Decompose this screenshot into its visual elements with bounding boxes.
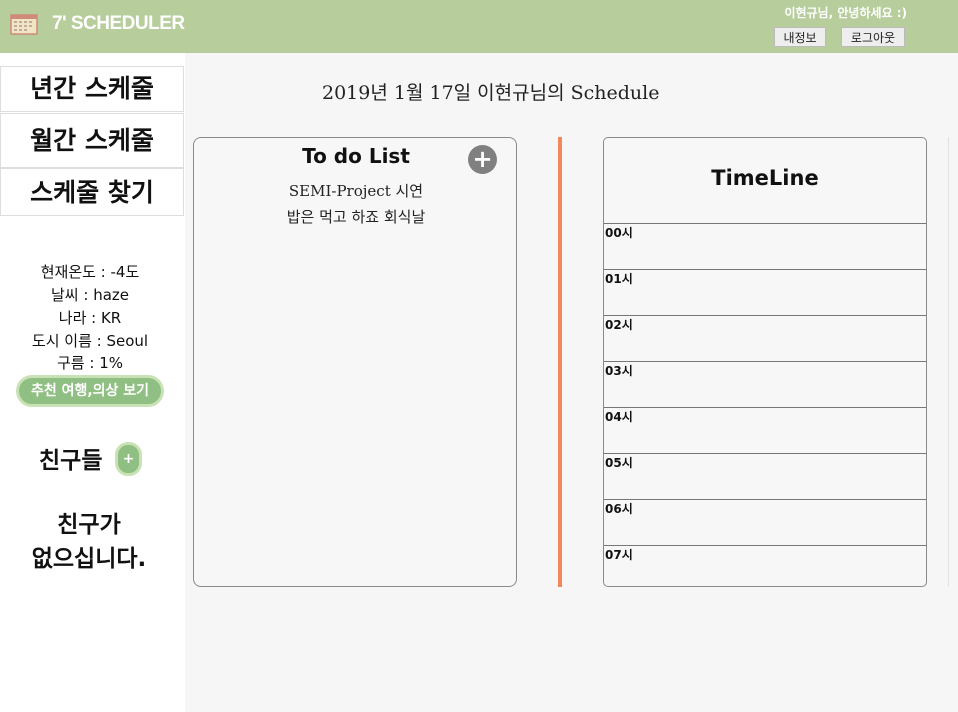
weather-clouds: 구름 : 1% <box>57 354 123 372</box>
todo-list: SEMI-Project 시연 밥은 먹고 하죠 회식날 <box>194 178 518 230</box>
sidebar: 년간 스케줄 월간 스케줄 스케줄 찾기 현재온도 : -4도 날씨 : haz… <box>0 53 185 712</box>
todo-panel: To do List + SEMI-Project 시연 밥은 먹고 하죠 회식… <box>193 137 517 587</box>
no-friends-line: 친구가 <box>57 512 121 538</box>
weather-city: 도시 이름 : Seoul <box>31 332 149 350</box>
timeline-hour-row[interactable]: 04시 <box>604 407 926 453</box>
add-todo-button[interactable]: + <box>468 145 497 174</box>
timeline-hour-row[interactable]: 06시 <box>604 499 926 545</box>
timeline-hour-row[interactable]: 03시 <box>604 361 926 407</box>
logout-button[interactable]: 로그아웃 <box>841 27 905 47</box>
todo-item[interactable]: 밥은 먹고 하죠 회식날 <box>194 204 518 230</box>
timeline-rows: 00시 01시 02시 03시 04시 05시 06시 07시 <box>604 223 926 586</box>
timeline-panel: TimeLine 00시 01시 02시 03시 04시 05시 06시 07시 <box>603 137 927 587</box>
schedule-date-title: 2019년 1월 17일 이현규님의 Schedule <box>322 82 660 104</box>
menu-monthly-schedule[interactable]: 월간 스케줄 <box>0 113 184 168</box>
top-header: 7' SCHEDULER 이현규님, 안녕하세요 :) 내정보 로그아웃 <box>0 0 958 53</box>
my-info-button[interactable]: 내정보 <box>774 27 826 47</box>
panel-divider <box>558 137 562 587</box>
scroll-edge <box>948 137 949 587</box>
recommend-button[interactable]: 추천 여행,의상 보기 <box>16 375 164 407</box>
calendar-icon <box>10 14 38 35</box>
weather-country: 나라 : KR <box>58 309 122 327</box>
timeline-hour-row[interactable]: 00시 <box>604 223 926 269</box>
todo-item[interactable]: SEMI-Project 시연 <box>194 178 518 204</box>
menu-search-schedule[interactable]: 스케줄 찾기 <box>0 168 184 216</box>
timeline-title: TimeLine <box>711 166 819 190</box>
user-greeting: 이현규님, 안녕하세요 :) <box>784 6 907 20</box>
menu-yearly-schedule[interactable]: 년간 스케줄 <box>0 66 184 112</box>
timeline-hour-row[interactable]: 05시 <box>604 453 926 499</box>
weather-condition: 날씨 : haze <box>51 286 129 304</box>
add-friend-button[interactable]: + <box>115 442 142 476</box>
timeline-hour-row[interactable]: 07시 <box>604 545 926 586</box>
weather-temperature: 현재온도 : -4도 <box>40 263 140 281</box>
timeline-hour-row[interactable]: 01시 <box>604 269 926 315</box>
no-friends-line: 없으십니다. <box>31 546 147 572</box>
friends-heading: 친구들 <box>39 448 103 474</box>
timeline-hour-row[interactable]: 02시 <box>604 315 926 361</box>
app-title[interactable]: 7' SCHEDULER <box>52 13 185 35</box>
no-friends-message: 친구가 없으십니다. <box>0 508 178 576</box>
